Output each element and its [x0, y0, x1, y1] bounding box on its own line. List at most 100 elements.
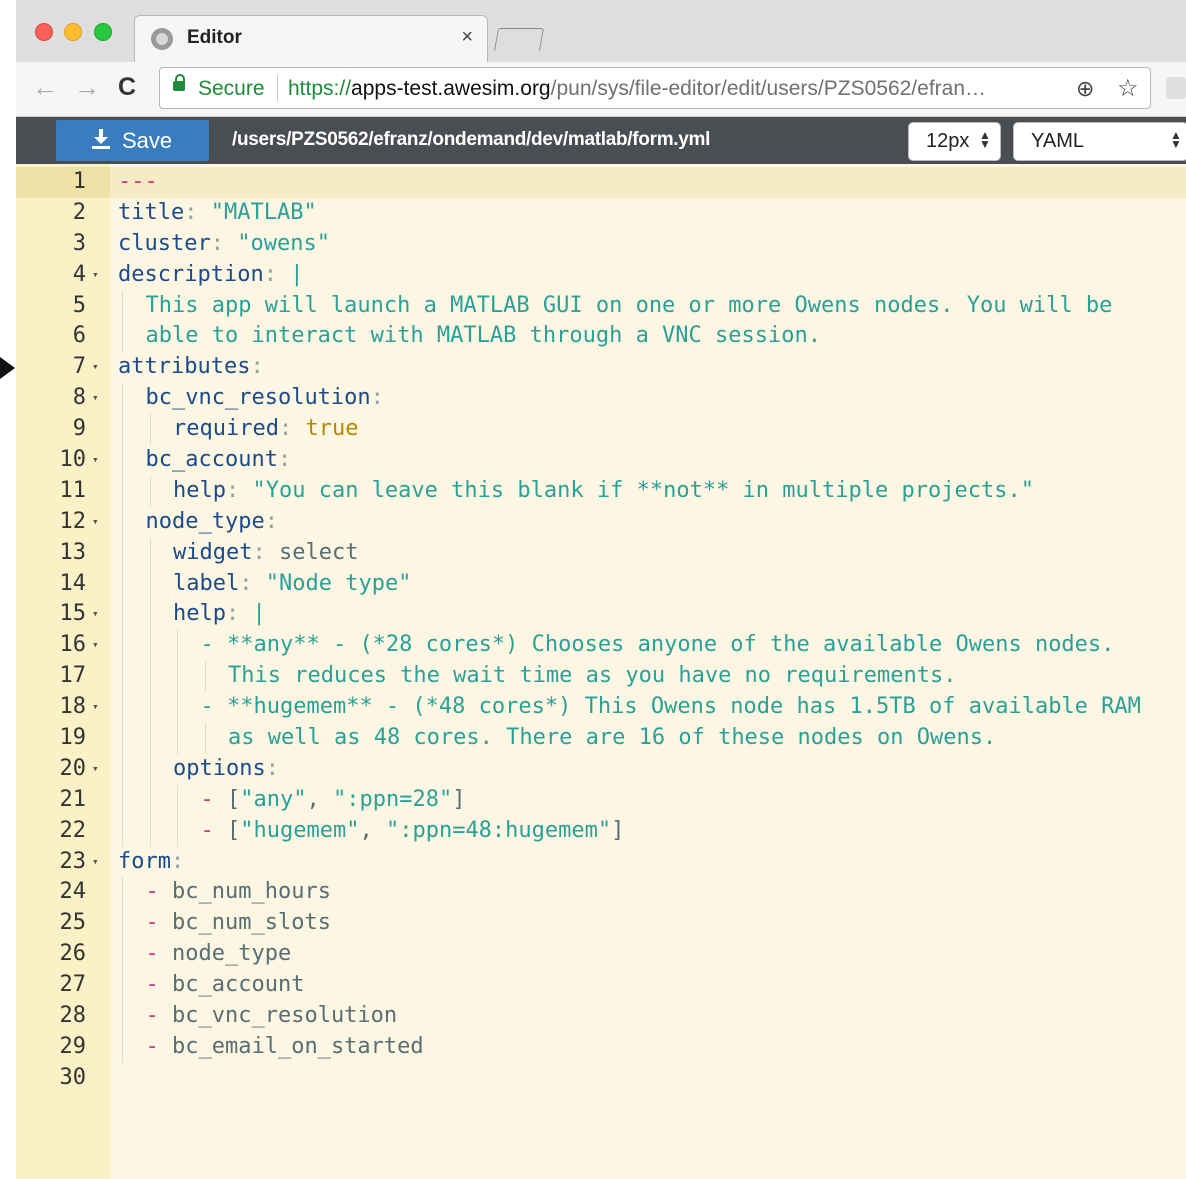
indent-guide	[122, 321, 123, 353]
code-line[interactable]: 5 This app will launch a MATLAB GUI on on…	[16, 290, 1186, 322]
bookmark-star-icon[interactable]: ☆	[1117, 74, 1139, 103]
code-line[interactable]: 2 title: "MATLAB"	[16, 198, 1186, 229]
code-token: - **any** - (*28 cores*) Chooses anyone …	[200, 632, 1115, 658]
line-number: 4	[72, 261, 86, 287]
code-token: "owens"	[237, 230, 330, 256]
code-line[interactable]: 19 as well as 48 cores. There are 16 of t…	[16, 723, 1186, 754]
code-lines[interactable]: 1 --- 2 title: "MATLAB" 3 cluster: "owens" 4 ▾ d…	[16, 167, 1186, 1094]
back-arrow-icon[interactable]: ←	[32, 72, 58, 103]
code-line[interactable]: 4 ▾ description: |	[16, 260, 1186, 291]
save-button[interactable]: Save	[56, 120, 209, 161]
code-line[interactable]: 29 - bc_email_on_started	[16, 1031, 1186, 1063]
code-token: as well as 48 cores. There are 16 of the…	[228, 725, 997, 751]
fold-arrow-icon[interactable]: ▾	[92, 352, 99, 383]
code-token: :	[225, 477, 253, 503]
fold-arrow-icon[interactable]: ▾	[92, 847, 99, 878]
code-text: - **hugemem** - (*48 cores*) This Owens …	[201, 692, 1141, 723]
zoom-icon[interactable]: ⊕	[1076, 76, 1094, 102]
code-line[interactable]: 9 required: true	[16, 414, 1186, 446]
indent-guide	[122, 661, 123, 693]
line-number: 6	[72, 323, 86, 349]
code-token: bc_account	[172, 972, 305, 998]
indent-guide	[149, 630, 151, 662]
code-token: :	[170, 848, 185, 874]
code-text: bc_account:	[146, 445, 292, 476]
code-line[interactable]: 12 ▾ node_type:	[16, 506, 1186, 538]
extension-icon[interactable]	[1166, 77, 1186, 99]
indent-guide	[204, 723, 206, 754]
code-line[interactable]: 3 cluster: "owens"	[16, 229, 1186, 260]
fold-arrow-icon[interactable]: ▾	[92, 445, 99, 476]
code-line[interactable]: 11 help: "You can leave this blank if **n…	[16, 475, 1186, 507]
code-line[interactable]: 27 - bc_account	[16, 970, 1186, 1002]
code-line[interactable]: 28 - bc_vnc_resolution	[16, 1001, 1186, 1032]
code-line[interactable]: 15 ▾ help: |	[16, 599, 1186, 631]
tab-close-icon[interactable]: ×	[461, 26, 473, 49]
code-line[interactable]: 17 This reduces the wait time as you have…	[16, 661, 1186, 693]
indent-guide	[149, 414, 151, 446]
indent-guide	[149, 568, 151, 600]
code-token: -	[145, 1003, 172, 1029]
line-number: 17	[59, 663, 87, 689]
mode-select[interactable]: YAML ▲ ▼	[1013, 122, 1186, 161]
code-token: "You can leave this blank if **not** in …	[252, 477, 1034, 503]
code-token: ":ppn=28"	[332, 786, 453, 812]
code-token: :	[265, 755, 279, 781]
line-number: 15	[59, 601, 87, 627]
code-line[interactable]: 10 ▾ bc_account:	[16, 445, 1186, 476]
fold-arrow-icon[interactable]: ▾	[92, 754, 99, 785]
code-line[interactable]: 7 ▾ attributes:	[16, 352, 1186, 383]
window-minimize-button[interactable]	[64, 23, 82, 41]
code-line[interactable]: 1 ---	[16, 167, 1186, 198]
code-editor[interactable]: 1 --- 2 title: "MATLAB" 3 cluster: "owens" 4 ▾ d…	[16, 164, 1186, 1179]
code-line[interactable]: 21 - ["any", ":ppn=28"]	[16, 784, 1186, 816]
code-token: label	[173, 570, 240, 596]
code-token: bc_num_hours	[172, 879, 331, 905]
code-token: :	[278, 416, 306, 442]
url-text[interactable]: https://apps-test.awesim.org/pun/sys/fil…	[288, 77, 1068, 101]
address-bar[interactable]: Secure https://apps-test.awesim.org/pun/…	[159, 67, 1151, 109]
font-size-select[interactable]: 12px ▲ ▼	[908, 122, 1001, 161]
code-line[interactable]: 26 - node_type	[16, 939, 1186, 971]
code-token: bc_account	[145, 447, 278, 473]
fold-arrow-icon[interactable]: ▾	[92, 260, 99, 291]
code-token: [	[227, 817, 241, 843]
code-line[interactable]: 13 widget: select	[16, 537, 1186, 569]
browser-tab-editor[interactable]: Editor ×	[134, 15, 488, 63]
code-line[interactable]: 14 label: "Node type"	[16, 568, 1186, 600]
code-line[interactable]: 24 - bc_num_hours	[16, 877, 1186, 909]
code-line[interactable]: 6 able to interact with MATLAB through a …	[16, 321, 1186, 353]
code-token: This app will launch a MATLAB GUI on one…	[145, 292, 1113, 318]
indent-guide	[149, 815, 151, 847]
code-line[interactable]: 22 - ["hugemem", ":ppn=48:hugemem"]	[16, 815, 1186, 847]
fold-arrow-icon[interactable]: ▾	[92, 630, 99, 661]
url-host: apps-test.awesim.org	[351, 77, 551, 100]
fold-arrow-icon[interactable]: ▾	[92, 507, 99, 538]
code-token: :	[225, 601, 253, 627]
code-token: select	[278, 539, 359, 565]
indent-guide	[177, 630, 178, 662]
indent-guide	[149, 661, 151, 693]
code-line[interactable]: 30	[16, 1063, 1186, 1094]
code-line[interactable]: 20 ▾ options:	[16, 753, 1186, 785]
code-token: help	[173, 601, 226, 627]
fold-arrow-icon[interactable]: ▾	[92, 692, 99, 723]
forward-arrow-icon[interactable]: →	[74, 72, 100, 103]
fold-arrow-icon[interactable]: ▾	[92, 599, 99, 630]
window-maximize-button[interactable]	[94, 23, 112, 41]
code-line[interactable]: 23 ▾ form:	[16, 847, 1186, 878]
code-line[interactable]: 16 ▾ - **any** - (*28 cores*) Chooses anyo…	[16, 630, 1186, 662]
new-tab-button[interactable]	[493, 28, 545, 51]
indent-guide	[122, 939, 123, 971]
code-token: :	[252, 539, 279, 565]
code-token: :	[263, 261, 291, 287]
code-text: as well as 48 cores. There are 16 of the…	[228, 723, 996, 754]
code-token: ---	[118, 169, 158, 194]
fold-arrow-icon[interactable]: ▾	[92, 383, 99, 414]
code-text: label: "Node type"	[173, 569, 411, 600]
code-line[interactable]: 18 ▾ - **hugemem** - (*48 cores*) This Owe…	[16, 692, 1186, 724]
window-close-button[interactable]	[35, 23, 53, 41]
code-line[interactable]: 8 ▾ bc_vnc_resolution:	[16, 383, 1186, 415]
code-line[interactable]: 25 - bc_num_slots	[16, 908, 1186, 940]
reload-icon[interactable]: C	[118, 73, 136, 102]
